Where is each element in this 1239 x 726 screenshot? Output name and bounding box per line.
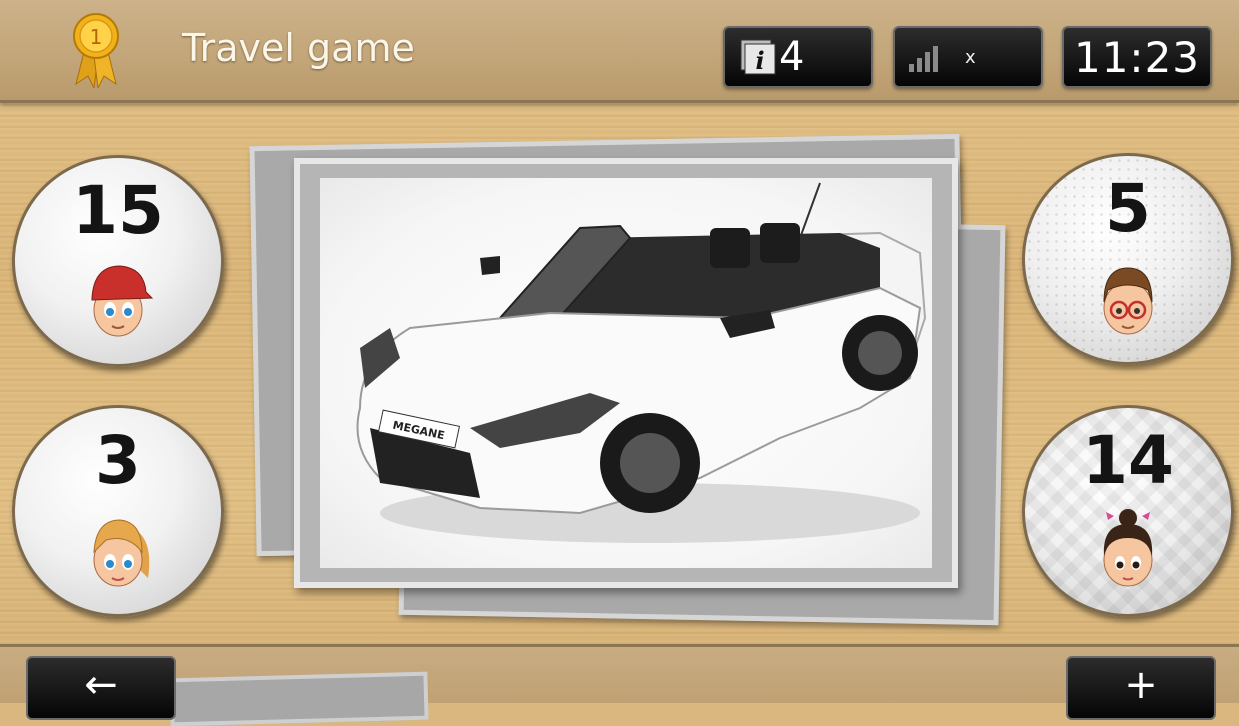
player-2-score: 3: [95, 422, 141, 499]
svg-text:i: i: [755, 46, 764, 75]
clock-display: 11:23: [1062, 26, 1212, 88]
player-1-score: 15: [72, 172, 164, 249]
convertible-car-icon: MEGANE: [356, 182, 927, 543]
add-button[interactable]: +: [1066, 656, 1216, 720]
girl-bun-icon: [1103, 509, 1153, 587]
player-3-bubble[interactable]: 5: [1022, 153, 1234, 365]
car-photo: MEGANE: [320, 178, 932, 568]
signal-label: x: [965, 46, 976, 68]
clock-time: 11:23: [1073, 32, 1201, 82]
back-arrow-icon: ←: [84, 662, 118, 708]
app-title: Travel game: [182, 26, 415, 70]
girl-ponytail-icon: [93, 519, 150, 587]
current-card[interactable]: MEGANE: [294, 158, 958, 588]
boy-glasses-icon: [1103, 267, 1153, 335]
player-3-score: 5: [1105, 170, 1151, 247]
signal-status: x: [893, 26, 1043, 88]
stacked-card-bottom: [169, 671, 429, 726]
back-button[interactable]: ←: [26, 656, 176, 720]
player-4-score: 14: [1082, 422, 1174, 499]
player-4-bubble[interactable]: 14: [1022, 405, 1234, 617]
player-2-bubble[interactable]: 3: [12, 405, 224, 617]
signal-bars-icon: [909, 46, 938, 72]
boy-red-cap-icon: [91, 265, 154, 337]
top-bar: 1 Travel game i 4 x 11:23: [0, 0, 1239, 103]
medal-icon: 1: [73, 13, 119, 88]
info-messages-button[interactable]: i 4: [723, 26, 873, 88]
plus-icon: +: [1124, 662, 1158, 708]
player-1-bubble[interactable]: 15: [12, 155, 224, 367]
svg-text:1: 1: [90, 25, 103, 49]
info-icon: i: [740, 39, 776, 75]
info-count: 4: [779, 34, 805, 80]
